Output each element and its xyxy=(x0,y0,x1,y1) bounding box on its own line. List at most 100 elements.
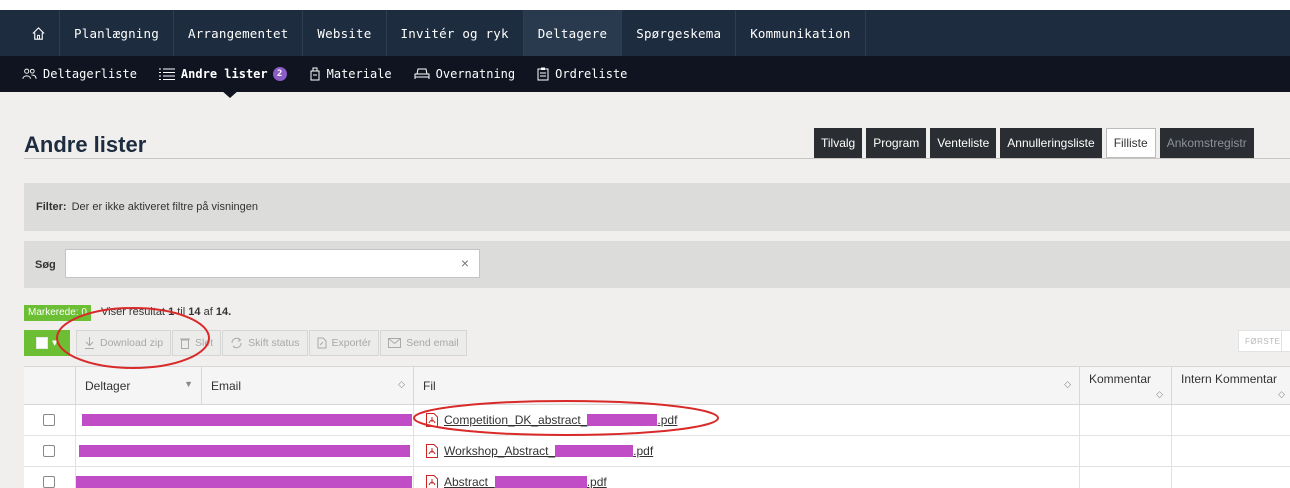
redacted-block xyxy=(82,414,412,426)
list-tabs: Tilvalg Program Venteliste Annulleringsl… xyxy=(814,128,1258,158)
comment-cell xyxy=(1080,467,1172,488)
tab-program[interactable]: Program xyxy=(866,128,927,158)
download-zip-label: Download zip xyxy=(100,337,164,349)
send-email-label: Send email xyxy=(406,337,459,349)
file-extension[interactable]: .pdf xyxy=(633,444,653,458)
result-to: 14 xyxy=(188,306,201,318)
file-link[interactable]: Workshop_Abstract_ .pdf xyxy=(426,444,653,458)
table-row: Competition_DK_abstract_ .pdf xyxy=(24,405,1290,436)
file-extension[interactable]: .pdf xyxy=(587,475,607,488)
nav-spoergeskema[interactable]: Spørgeskema xyxy=(622,10,737,56)
change-status-button[interactable]: Skift status xyxy=(222,330,308,356)
header-comment[interactable]: Kommentar ◇ xyxy=(1080,367,1172,405)
participant-email-cell xyxy=(76,405,414,435)
header-file-label: Fil xyxy=(423,379,436,393)
header-file[interactable]: Fil ◇ xyxy=(414,367,1080,405)
nav-website[interactable]: Website xyxy=(303,10,387,56)
subnav-overnatning[interactable]: Overnatning xyxy=(414,67,515,81)
bulk-actions-toolbar: Download zip Slet Skift status Exportér … xyxy=(76,330,468,356)
file-name[interactable]: Competition_DK_abstract_ xyxy=(444,413,587,427)
delete-button[interactable]: Slet xyxy=(172,330,222,356)
result-to-word: til xyxy=(177,306,186,318)
header-internal-comment[interactable]: Intern Kommentar ◇ xyxy=(1172,367,1290,405)
table-row: Abstract_ .pdf xyxy=(24,467,1290,488)
tab-venteliste[interactable]: Venteliste xyxy=(930,128,997,158)
search-input[interactable]: × xyxy=(65,249,480,278)
active-subnav-caret xyxy=(221,90,239,98)
redacted-block xyxy=(76,476,412,488)
filter-bar: Filter: Der er ikke aktiveret filtre på … xyxy=(24,183,1290,231)
download-icon xyxy=(85,337,94,349)
change-status-label: Skift status xyxy=(248,337,300,349)
internal-comment-cell xyxy=(1172,405,1290,435)
download-zip-button[interactable]: Download zip xyxy=(76,330,172,356)
export-icon xyxy=(317,337,326,349)
home-button[interactable] xyxy=(18,10,60,56)
marked-count-badge: Markerede: 0 xyxy=(24,305,91,321)
export-button[interactable]: Exportér xyxy=(308,330,380,356)
redacted-block xyxy=(494,476,587,488)
select-all-checkbox[interactable] xyxy=(36,337,48,349)
sort-icon: ◇ xyxy=(1156,389,1163,399)
subnav-deltagerliste-label: Deltagerliste xyxy=(43,67,137,81)
nav-inviter[interactable]: Invitér og ryk xyxy=(387,10,524,56)
tab-annulleringsliste[interactable]: Annulleringsliste xyxy=(1000,128,1102,158)
result-from: 1 xyxy=(168,306,175,318)
file-name[interactable]: Abstract_ xyxy=(444,475,495,488)
nav-kommunikation[interactable]: Kommunikation xyxy=(736,10,866,56)
clear-search-icon[interactable]: × xyxy=(461,255,469,271)
home-icon xyxy=(32,26,45,40)
row-checkbox[interactable] xyxy=(43,445,55,457)
tab-ankomstregistrering[interactable]: Ankomstregistr xyxy=(1159,128,1254,158)
subnav-materiale[interactable]: Materiale xyxy=(309,67,392,81)
file-cell: Workshop_Abstract_ .pdf xyxy=(414,436,1080,466)
row-checkbox[interactable] xyxy=(43,476,55,488)
redacted-block xyxy=(555,445,634,457)
send-email-button[interactable]: Send email xyxy=(380,330,467,356)
file-cell: Abstract_ .pdf xyxy=(414,467,1080,488)
pager-prev-button[interactable] xyxy=(1281,330,1290,352)
bed-icon xyxy=(414,68,430,79)
filter-status-text: Der er ikke aktiveret filtre på visninge… xyxy=(71,201,259,213)
tab-tilvalg[interactable]: Tilvalg xyxy=(814,128,863,158)
internal-comment-cell xyxy=(1172,436,1290,466)
file-name[interactable]: Workshop_Abstract_ xyxy=(444,444,555,458)
result-of-word: af xyxy=(203,306,213,318)
select-all-dropdown[interactable]: ▼ xyxy=(24,330,70,356)
sort-icon: ◇ xyxy=(1278,389,1285,399)
subnav-andre-lister-label: Andre lister xyxy=(180,67,268,81)
subnav-ordreliste[interactable]: Ordreliste xyxy=(537,67,627,81)
file-cell: Competition_DK_abstract_ .pdf xyxy=(414,405,1080,435)
tab-filliste[interactable]: Filliste xyxy=(1105,128,1156,158)
pdf-icon xyxy=(426,475,438,488)
header-select xyxy=(24,367,76,405)
header-email[interactable]: Email ◇ xyxy=(202,367,414,405)
clipboard-icon xyxy=(537,67,549,81)
search-label: Søg xyxy=(35,258,56,271)
trash-icon xyxy=(180,338,191,349)
row-select-cell xyxy=(24,405,76,435)
subnav-overnatning-label: Overnatning xyxy=(435,67,516,81)
row-checkbox[interactable] xyxy=(43,414,55,426)
header-participant[interactable]: Deltager ▼ xyxy=(76,367,202,405)
file-list-table: Deltager ▼ Email ◇ Fil ◇ Kommentar ◇ Int… xyxy=(24,366,1290,488)
result-count: Viser resultat 1 til 14 af 14. xyxy=(101,306,231,318)
nav-arrangementet[interactable]: Arrangementet xyxy=(174,10,304,56)
table-row: Workshop_Abstract_ .pdf xyxy=(24,436,1290,467)
nav-deltagere[interactable]: Deltagere xyxy=(523,10,623,56)
file-link[interactable]: Abstract_ .pdf xyxy=(426,475,607,488)
sort-icon: ◇ xyxy=(1064,379,1071,389)
nav-planlaegning[interactable]: Planlægning xyxy=(60,10,174,56)
subnav-deltagerliste[interactable]: Deltagerliste xyxy=(22,67,137,81)
row-select-cell xyxy=(24,436,76,466)
subnav-andre-lister[interactable]: Andre lister 2 xyxy=(158,67,287,81)
file-extension[interactable]: .pdf xyxy=(657,413,677,427)
list-icon xyxy=(158,68,175,80)
main-nav: Planlægning Arrangementet Website Invité… xyxy=(0,10,1290,56)
result-prefix: Viser resultat xyxy=(101,306,165,318)
material-icon xyxy=(310,67,320,81)
file-link[interactable]: Competition_DK_abstract_ .pdf xyxy=(426,413,677,427)
delete-label: Slet xyxy=(195,337,214,349)
subnav-materiale-label: Materiale xyxy=(326,67,392,81)
export-label: Exportér xyxy=(331,337,372,349)
